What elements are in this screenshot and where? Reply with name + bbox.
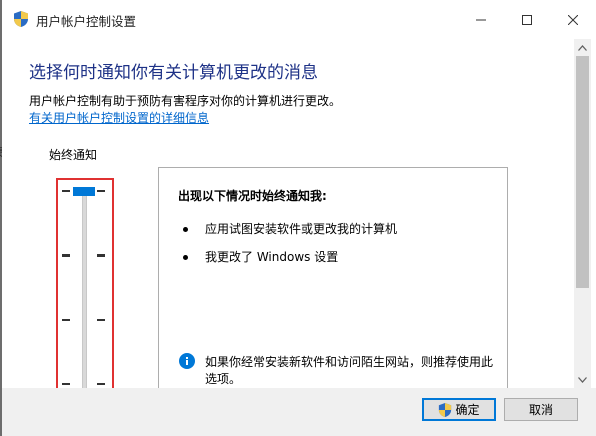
uac-shield-icon: [13, 10, 29, 28]
window-title: 用户帐户控制设置: [36, 14, 137, 29]
content-area: 选择何时通知你有关计算机更改的消息 用户帐户控制有助于预防有害程序对你的计算机进…: [2, 39, 574, 388]
cancel-button[interactable]: 取消: [504, 398, 578, 421]
ok-button[interactable]: 确定: [422, 398, 496, 421]
slider-track[interactable]: [82, 188, 87, 388]
scroll-up-button[interactable]: [574, 39, 591, 56]
maximize-button[interactable]: [504, 0, 550, 39]
minimize-button[interactable]: [458, 0, 504, 39]
maximize-icon: [522, 14, 532, 25]
close-icon: [568, 14, 578, 25]
slider-tick: [62, 190, 70, 192]
slider-thumb[interactable]: [73, 187, 95, 196]
chevron-up-icon: [578, 44, 587, 51]
slider-tick: [97, 319, 105, 321]
slider-tick: [62, 319, 70, 321]
notification-level-slider[interactable]: [56, 178, 114, 388]
list-item: 应用试图安装软件或更改我的计算机: [205, 222, 398, 236]
slider-tick: [62, 383, 70, 385]
scroll-down-button[interactable]: [574, 371, 591, 388]
vertical-scrollbar[interactable]: [574, 39, 591, 388]
description-panel: 出现以下情况时始终通知我: 应用试图安装软件或更改我的计算机 我更改了 Wind…: [158, 167, 508, 388]
slider-tick: [97, 254, 105, 257]
close-button[interactable]: [550, 0, 596, 39]
ok-button-label: 确定: [455, 403, 480, 417]
chevron-down-icon: [578, 376, 587, 383]
list-item: 我更改了 Windows 设置: [205, 250, 339, 264]
slider-top-label: 始终通知: [49, 148, 98, 162]
minimize-icon: [476, 19, 486, 20]
page-description: 用户帐户控制有助于预防有害程序对你的计算机进行更改。: [29, 94, 342, 108]
uac-shield-icon: [439, 402, 452, 417]
info-icon: [179, 353, 195, 369]
scrollbar-thumb[interactable]: [576, 56, 589, 288]
page-heading: 选择何时通知你有关计算机更改的消息: [29, 63, 318, 83]
bullet-icon: [183, 227, 188, 232]
more-info-link[interactable]: 有关用户帐户控制设置的详细信息: [29, 109, 209, 126]
uac-settings-window: 用户帐户控制设置 选择何时通知你有关计算机更改的消息 用户帐户控制有助于预防有害…: [2, 0, 596, 436]
slider-tick: [97, 383, 105, 385]
cancel-button-label: 取消: [528, 403, 553, 417]
panel-title: 出现以下情况时始终通知我:: [178, 189, 327, 203]
slider-tick: [62, 254, 70, 257]
title-bar[interactable]: 用户帐户控制设置: [2, 0, 596, 39]
recommendation-text: 如果你经常安装新软件和访问陌生网站，则推荐使用此选项。: [205, 355, 494, 386]
button-bar: 确定 取消: [2, 388, 596, 436]
slider-tick: [97, 190, 105, 192]
bullet-icon: [183, 255, 188, 260]
